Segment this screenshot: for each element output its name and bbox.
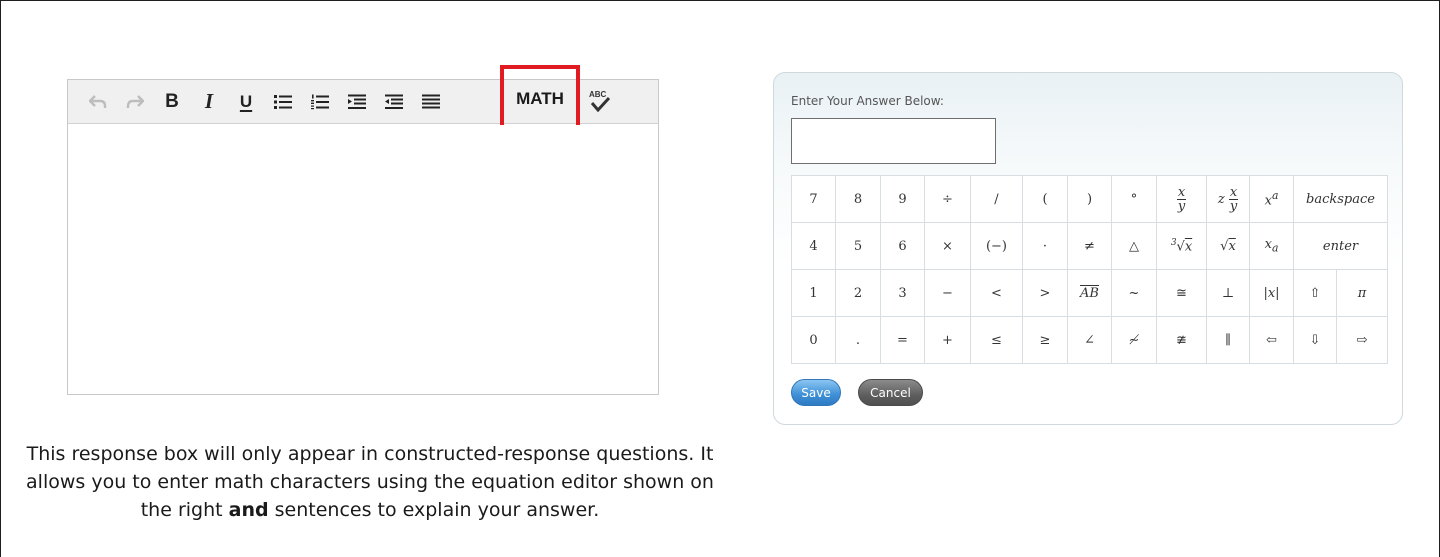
key-4[interactable]: 4 [791,222,836,270]
key-0[interactable]: 0 [791,316,836,364]
key-right-arrow[interactable]: ⇨ [1335,316,1389,364]
keypad-row-4: 0 . = + ≤ ≥ ∠ ≁ ≇ ∥ ⇦ ⇩ ⇨ [791,316,1389,364]
key-congruent[interactable]: ≅ [1156,269,1207,317]
key-6[interactable]: 6 [880,222,925,270]
caption-text: This response box will only appear in co… [20,440,720,524]
key-fraction[interactable]: xy [1156,175,1207,223]
key-cube-root[interactable]: 3√x [1156,222,1207,270]
fraction-icon: xy [1176,184,1187,214]
key-mixed-fraction[interactable]: z xy [1206,175,1250,223]
key-down-arrow[interactable]: ⇩ [1293,316,1337,364]
key-absolute-value[interactable]: |x| [1249,269,1294,317]
key-square-root[interactable]: √x [1206,222,1250,270]
key-less-equal[interactable]: ≤ [970,316,1023,364]
key-similar[interactable]: ~ [1111,269,1157,317]
bulleted-list-button[interactable] [267,86,299,118]
response-editor: B I U MATH ABC [67,65,659,395]
key-not-congruent[interactable]: ≇ [1156,316,1207,364]
underline-button[interactable]: U [230,86,262,118]
key-not-similar[interactable]: ≁ [1111,316,1157,364]
key-2[interactable]: 2 [835,269,881,317]
key-degree[interactable]: ° [1111,175,1157,223]
key-negative[interactable]: (−) [970,222,1023,270]
save-button[interactable]: Save [791,379,841,406]
key-close-paren[interactable]: ) [1067,175,1112,223]
key-triangle[interactable]: △ [1111,222,1157,270]
response-text-area[interactable] [68,125,658,394]
numbered-list-button[interactable] [304,86,336,118]
justify-button[interactable] [415,86,447,118]
numbered-list-icon [311,94,329,109]
keypad-row-1: 7 8 9 ÷ / ( ) ° xy z xy xa backspace [791,175,1389,223]
key-backspace[interactable]: backspace [1292,175,1389,223]
redo-button[interactable] [119,86,151,118]
key-superscript[interactable]: xa [1249,175,1294,223]
key-7[interactable]: 7 [791,175,836,223]
spellcheck-icon: ABC [589,90,611,113]
key-9[interactable]: 9 [880,175,925,223]
key-dot[interactable]: · [1022,222,1068,270]
cancel-button[interactable]: Cancel [858,379,923,406]
key-left-arrow[interactable]: ⇦ [1249,316,1294,364]
key-multiply[interactable]: × [924,222,971,270]
key-enter[interactable]: enter [1292,222,1389,270]
math-label: MATH [516,88,564,108]
key-open-paren[interactable]: ( [1022,175,1068,223]
undo-icon [89,94,107,108]
answer-input[interactable] [791,118,996,164]
key-plus[interactable]: + [924,316,971,364]
key-decimal[interactable]: . [835,316,881,364]
key-not-equal[interactable]: ≠ [1067,222,1112,270]
bold-label: B [165,90,179,112]
key-3[interactable]: 3 [880,269,925,317]
mixed-fraction-whole: z [1217,191,1225,207]
math-button[interactable]: MATH [500,65,580,132]
key-greater-than[interactable]: > [1022,269,1068,317]
justify-icon [422,94,440,108]
keypad-row-3: 1 2 3 − < > AB ~ ≅ ⊥ |x| ⇧ π [791,269,1389,317]
caption-bold: and [228,499,269,521]
key-perpendicular[interactable]: ⊥ [1206,269,1250,317]
italic-label: I [204,89,214,113]
key-equals[interactable]: = [880,316,925,364]
key-up-arrow[interactable]: ⇧ [1293,269,1337,317]
key-subscript[interactable]: xa [1249,222,1294,270]
mixed-fraction-icon: xy [1228,184,1239,214]
key-angle[interactable]: ∠ [1067,316,1112,364]
key-1[interactable]: 1 [791,269,836,317]
bulleted-list-icon [274,94,292,109]
key-5[interactable]: 5 [835,222,881,270]
indent-icon [348,94,366,109]
italic-button[interactable]: I [193,86,225,118]
redo-icon [126,94,144,108]
undo-button[interactable] [82,86,114,118]
key-parallel[interactable]: ∥ [1206,316,1250,364]
key-8[interactable]: 8 [835,175,881,223]
answer-label: Enter Your Answer Below: [791,94,944,108]
spellcheck-button[interactable]: ABC [588,88,612,114]
bold-button[interactable]: B [156,86,188,118]
spellcheck-label: ABC [589,90,607,99]
key-slash[interactable]: / [970,175,1023,223]
key-minus[interactable]: − [924,269,971,317]
equation-editor: Enter Your Answer Below: 7 8 9 ÷ / ( ) °… [773,72,1403,425]
caption-part2: sentences to explain your answer. [268,499,600,521]
key-pi[interactable]: π [1335,269,1389,317]
underline-label: U [239,91,253,111]
indent-button[interactable] [341,86,373,118]
key-line-segment[interactable]: AB [1067,269,1112,317]
key-divide[interactable]: ÷ [924,175,971,223]
key-greater-equal[interactable]: ≥ [1022,316,1068,364]
outdent-icon [385,94,403,109]
keypad-row-2: 4 5 6 × (−) · ≠ △ 3√x √x xa enter [791,222,1389,270]
key-less-than[interactable]: < [970,269,1023,317]
outdent-button[interactable] [378,86,410,118]
math-keypad: 7 8 9 ÷ / ( ) ° xy z xy xa backspace 4 5… [791,175,1389,364]
